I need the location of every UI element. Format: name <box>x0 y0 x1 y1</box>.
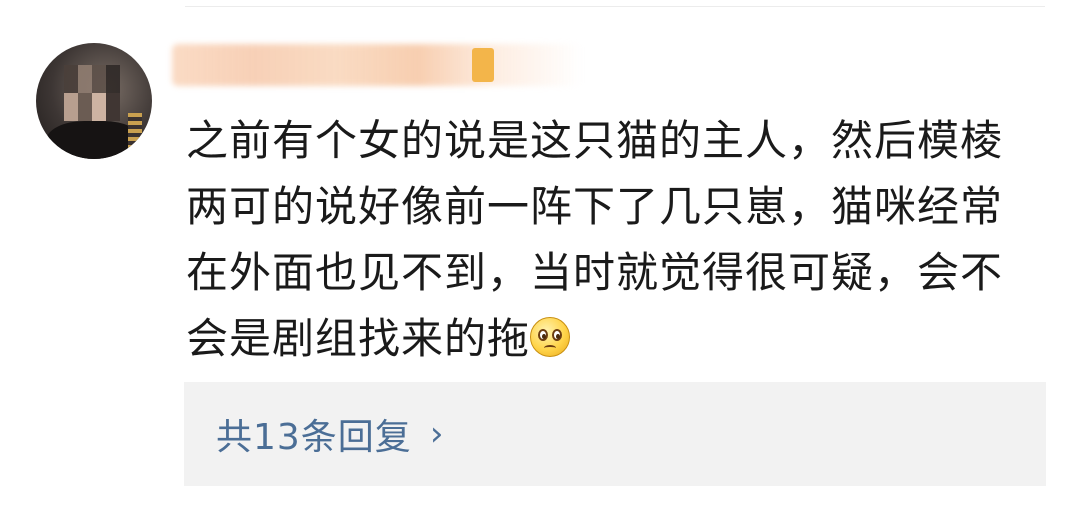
comment-line: 两可的说好像前一阵下了几只崽，猫咪经常 <box>186 182 1004 231</box>
top-divider <box>185 6 1045 7</box>
comment-line: 在外面也见不到，当时就觉得很可疑，会不 <box>186 248 1004 297</box>
chevron-right-icon: › <box>429 414 444 454</box>
pleading-face-emoji-icon <box>530 317 571 357</box>
avatar[interactable] <box>36 43 152 159</box>
username-blurred[interactable] <box>172 44 582 86</box>
replies-button[interactable]: 共13条回复 › <box>184 382 1046 486</box>
comment-line: 之前有个女的说是这只猫的主人，然后模棱 <box>186 116 1004 165</box>
replies-label: 共13条回复 <box>216 417 412 458</box>
comment-text: 之前有个女的说是这只猫的主人，然后模棱 两可的说好像前一阵下了几只崽，猫咪经常 … <box>186 108 1056 372</box>
comment-line: 会是剧组找来的拖 <box>186 306 1056 372</box>
member-badge-icon <box>472 48 494 82</box>
